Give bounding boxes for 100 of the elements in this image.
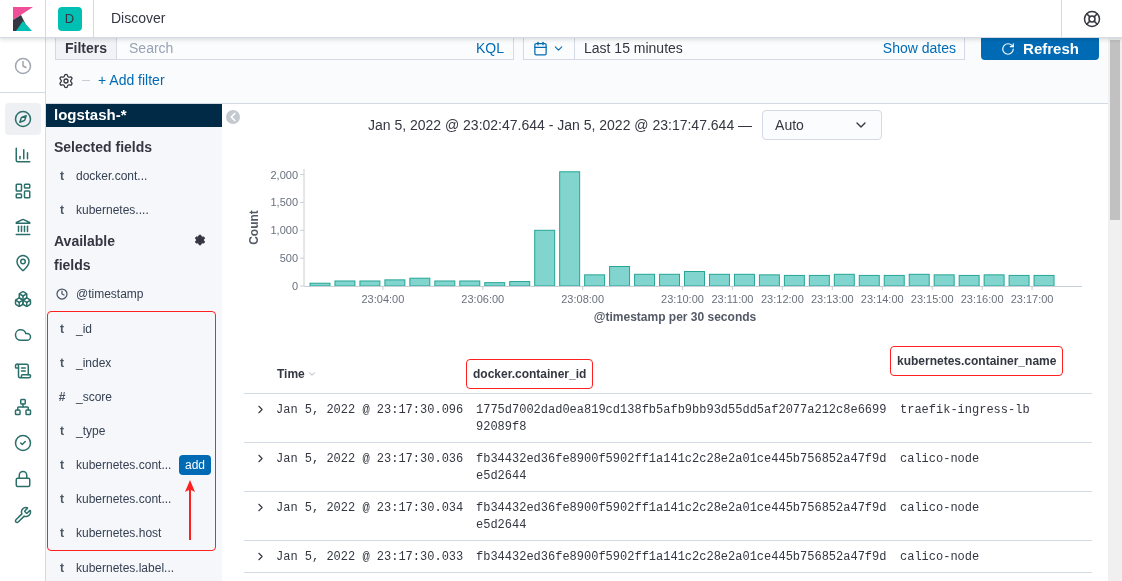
histogram-bar[interactable] — [559, 171, 581, 287]
histogram-bar[interactable] — [434, 280, 456, 287]
histogram-bar[interactable] — [758, 274, 780, 287]
histogram-bar[interactable] — [1033, 274, 1055, 287]
field-name[interactable]: kubernetes.label... — [76, 558, 175, 577]
show-dates-link[interactable]: Show dates — [874, 38, 964, 59]
collapse-sidebar-icon[interactable] — [226, 110, 240, 124]
histogram-bar[interactable] — [484, 282, 506, 287]
histogram-bar[interactable] — [908, 273, 930, 287]
add-button[interactable]: add — [178, 454, 211, 475]
clock-icon — [13, 57, 32, 75]
field-name[interactable]: _id — [76, 319, 92, 338]
field-name[interactable]: _score — [76, 387, 113, 406]
scrollbar-thumb[interactable] — [1110, 40, 1120, 220]
histogram-bar[interactable] — [534, 229, 556, 287]
histogram-bar[interactable] — [709, 273, 730, 287]
wrench-icon — [13, 506, 32, 524]
histogram-bar[interactable] — [783, 274, 805, 287]
histogram-bar[interactable] — [659, 273, 680, 287]
field-name[interactable]: @timestamp — [76, 284, 144, 303]
settings-icon[interactable] — [194, 233, 206, 246]
histogram-bar[interactable] — [384, 279, 406, 287]
column-header[interactable]: Time — [270, 359, 324, 389]
index-pattern-title[interactable]: logstash-* — [46, 104, 222, 127]
field-type: t — [59, 490, 65, 508]
histogram-bar[interactable] — [1008, 274, 1030, 287]
clock-icon — [56, 287, 68, 300]
x-tick-label: 23:08:00 — [561, 293, 605, 305]
help-icon[interactable] — [1083, 9, 1101, 28]
sort-icon[interactable] — [306, 369, 317, 379]
nav-item[interactable] — [4, 103, 41, 135]
x-tick-label: 23:12:00 — [760, 293, 804, 305]
y-tick-label: 0 — [291, 280, 298, 292]
y-tick-label: 1,000 — [270, 224, 298, 237]
histogram-bar[interactable] — [983, 274, 1005, 287]
field-type: # — [57, 388, 67, 406]
x-tick-label: 23:10:00 — [661, 293, 704, 305]
y-axis-title: Count — [247, 210, 261, 245]
histogram-bar[interactable] — [733, 273, 755, 287]
histogram-bar[interactable] — [858, 274, 880, 287]
histogram-bar[interactable] — [459, 280, 481, 287]
histogram-bar[interactable] — [409, 277, 431, 287]
interval-select[interactable]: Auto — [762, 110, 883, 140]
histogram-bar[interactable] — [584, 274, 606, 287]
check-circle-icon — [13, 434, 32, 452]
field-type: t — [59, 167, 65, 185]
dashboard-icon — [13, 182, 32, 200]
histogram-bar[interactable] — [958, 274, 980, 287]
table-cell-text: fb34432ed36fe8900f5902ff1a141c2c28e2a01ce445b756852a47f9d — [476, 549, 888, 566]
table-cell-text: traefik-ingress-lb — [900, 402, 1031, 419]
histogram-bar[interactable] — [509, 281, 531, 287]
map-pin-icon — [13, 254, 32, 272]
histogram-bar[interactable] — [883, 274, 905, 287]
table-cell-text: 1775d7002dad0ea819cd138fb5afb9bb93d55dd5af2077a212c8e669992089f8 — [476, 402, 888, 436]
field-type: t — [59, 320, 65, 338]
histogram-bar[interactable] — [933, 274, 955, 287]
query-bar[interactable]: Filters Search KQL — [55, 38, 514, 60]
x-tick-label: 23:16:00 — [960, 293, 1004, 305]
section-title: Available fields — [54, 231, 116, 275]
field-name[interactable]: docker.cont... — [76, 166, 148, 185]
histogram-bar[interactable] — [808, 274, 830, 287]
histogram-bar[interactable] — [634, 273, 656, 287]
field-type: t — [59, 422, 65, 440]
y-tick-label: 1,500 — [270, 196, 298, 209]
table-cell-text: fb34432ed36fe8900f5902ff1a141c2c28e2a01ce445b756852a47f9de5d2644 — [476, 500, 888, 534]
refresh-button[interactable]: Refresh — [981, 38, 1099, 60]
boxes-icon — [13, 290, 32, 308]
space-avatar[interactable]: D — [57, 6, 82, 31]
histogram-bar[interactable] — [334, 280, 356, 287]
building-icon — [13, 218, 32, 236]
table-cell-text: calico-node — [900, 451, 981, 468]
y-tick-label: 2,000 — [270, 168, 298, 181]
histogram-bar[interactable] — [684, 271, 705, 287]
histogram-bar[interactable] — [309, 282, 331, 287]
field-type: t — [59, 456, 65, 474]
table-cell-text: Jan 5, 2022 @ 23:17:30.034 — [276, 500, 465, 517]
network-icon — [13, 398, 32, 416]
table-cell-text: calico-node — [900, 500, 981, 517]
field-name[interactable]: kubernetes.... — [76, 200, 149, 219]
column-header[interactable]: docker.container_id — [466, 359, 594, 389]
calendar-icon[interactable] — [533, 41, 548, 56]
column-header[interactable]: kubernetes.container_name — [890, 346, 1064, 376]
settings-icon[interactable] — [58, 72, 74, 89]
field-name[interactable]: kubernetes.cont... — [76, 489, 172, 508]
field-name[interactable]: _index — [76, 353, 112, 372]
filters-label[interactable]: Filters — [56, 38, 117, 59]
time-range: Last 15 minutes — [583, 39, 684, 58]
histogram-bar[interactable] — [359, 280, 381, 287]
logo[interactable] — [12, 6, 33, 31]
x-axis-title: @timestamp per 30 seconds — [593, 310, 757, 324]
field-name[interactable]: _type — [76, 421, 106, 440]
field-name[interactable]: kubernetes.cont... — [76, 455, 172, 474]
field-name[interactable]: kubernetes.host — [76, 523, 162, 542]
x-tick-label: 23:15:00 — [910, 293, 954, 305]
histogram-bar[interactable] — [833, 273, 855, 287]
table-cell-text: Jan 5, 2022 @ 23:17:30.096 — [276, 402, 465, 419]
x-tick-label: 23:17:00 — [1010, 293, 1054, 305]
add-filter-link[interactable]: + Add filter — [98, 70, 165, 91]
table-cell-text: fb34432ed36fe8900f5902ff1a141c2c28e2a01ce445b756852a47f9de5d2644 — [476, 451, 888, 485]
histogram-bar[interactable] — [609, 266, 631, 287]
